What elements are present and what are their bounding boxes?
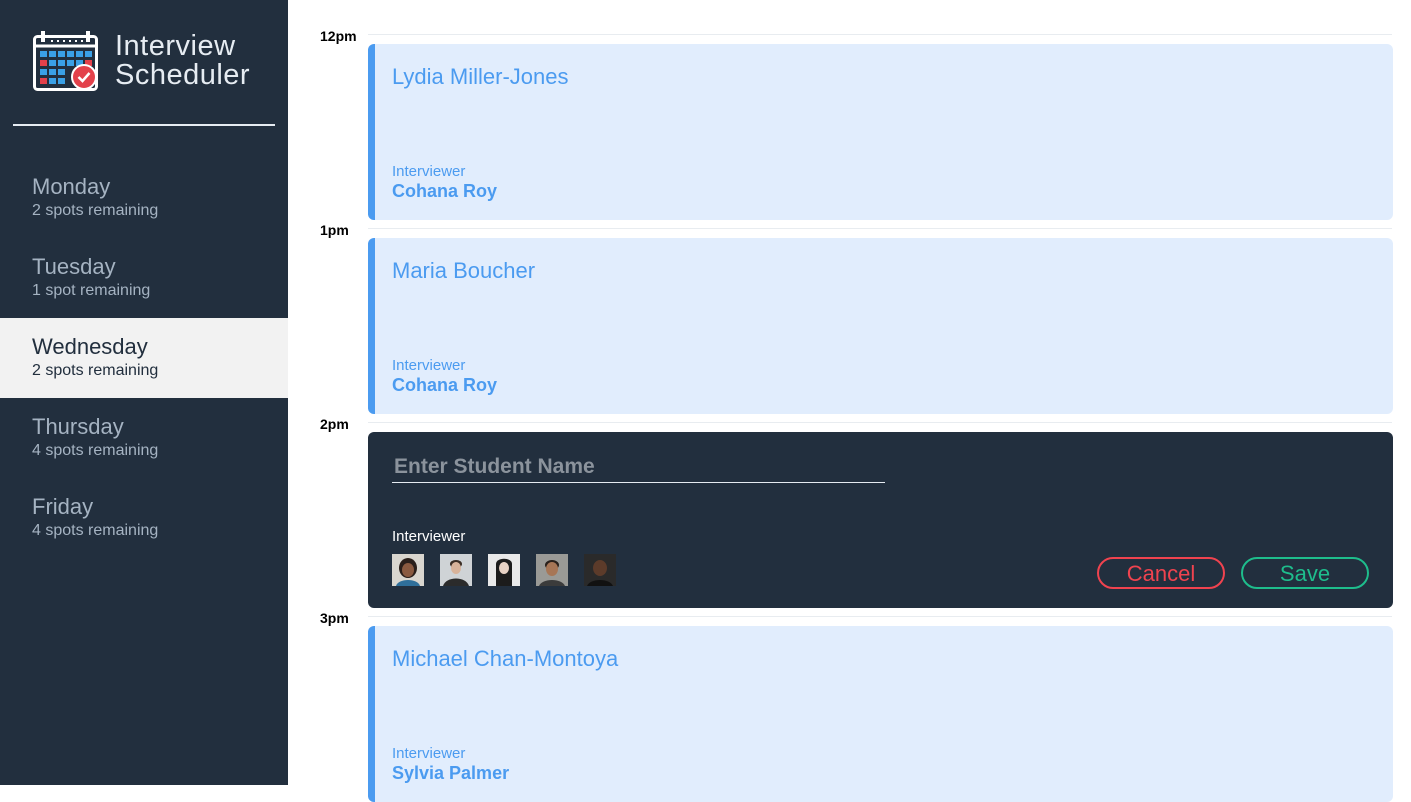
avatar-photo-icon [392,554,424,586]
day-list: Monday 2 spots remaining Tuesday 1 spot … [0,158,288,558]
slot-divider [368,422,1392,423]
day-spots: 2 spots remaining [32,362,159,379]
student-name: Maria Boucher [392,258,536,283]
time-label: 1pm [320,222,349,238]
slot-divider [368,34,1392,35]
time-label: 2pm [320,416,349,432]
appointment-card[interactable]: Lydia Miller-Jones Interviewer Cohana Ro… [368,44,1393,220]
day-item-friday[interactable]: Friday 4 spots remaining [0,478,288,558]
interviewer-avatar-3[interactable] [488,554,520,586]
save-button[interactable]: Save [1241,557,1369,589]
avatar-photo-icon [536,554,568,586]
student-name-input[interactable] [392,452,885,483]
day-item-monday[interactable]: Monday 2 spots remaining [0,158,288,238]
appointment-form: Interviewer [368,432,1393,608]
interviewer-name: Sylvia Palmer [392,763,510,783]
interviewer-label: Interviewer [392,357,466,374]
sidebar-divider [13,124,275,126]
brand: Interview Scheduler [33,30,273,92]
avatar-photo-icon [584,554,616,586]
schedule: 12pm Lydia Miller-Jones Interviewer Coha… [288,0,1411,802]
time-label: 3pm [320,610,349,626]
app-title-line2: Scheduler [115,59,251,91]
student-name: Lydia Miller-Jones [392,64,569,89]
student-name: Michael Chan-Montoya [392,646,619,671]
day-spots: 2 spots remaining [32,202,159,219]
slot-divider [368,228,1392,229]
interviewer-avatar-2[interactable] [440,554,472,586]
day-item-wednesday[interactable]: Wednesday 2 spots remaining [0,318,288,398]
avatar-photo-icon [440,554,472,586]
day-spots: 1 spot remaining [32,282,151,299]
cancel-button[interactable]: Cancel [1097,557,1225,589]
day-name: Friday [32,494,94,519]
calendar-check-icon [33,31,98,91]
app-title-line1: Interview [115,30,236,62]
time-label: 12pm [320,28,357,44]
day-item-thursday[interactable]: Thursday 4 spots remaining [0,398,288,478]
interviewer-avatar-1[interactable] [392,554,424,586]
slot-divider [368,616,1392,617]
interviewer-avatar-5[interactable] [584,554,616,586]
app-title: Interview Scheduler [115,32,250,90]
day-name: Wednesday [32,334,148,359]
interviewer-avatar-4[interactable] [536,554,568,586]
interviewer-label: Interviewer [392,163,466,180]
interviewer-label: Interviewer [392,528,466,545]
day-item-tuesday[interactable]: Tuesday 1 spot remaining [0,238,288,318]
day-name: Thursday [32,414,124,439]
day-spots: 4 spots remaining [32,442,159,459]
avatar-photo-icon [488,554,520,586]
sidebar: Interview Scheduler Monday 2 spots remai… [0,0,288,785]
interviewer-name: Cohana Roy [392,375,498,395]
day-spots: 4 spots remaining [32,522,159,539]
appointment-card[interactable]: Maria Boucher Interviewer Cohana Roy [368,238,1393,414]
interviewer-label: Interviewer [392,745,466,762]
appointment-card[interactable]: Michael Chan-Montoya Interviewer Sylvia … [368,626,1393,802]
day-name: Tuesday [32,254,116,279]
day-name: Monday [32,174,111,199]
interviewer-name: Cohana Roy [392,181,498,201]
